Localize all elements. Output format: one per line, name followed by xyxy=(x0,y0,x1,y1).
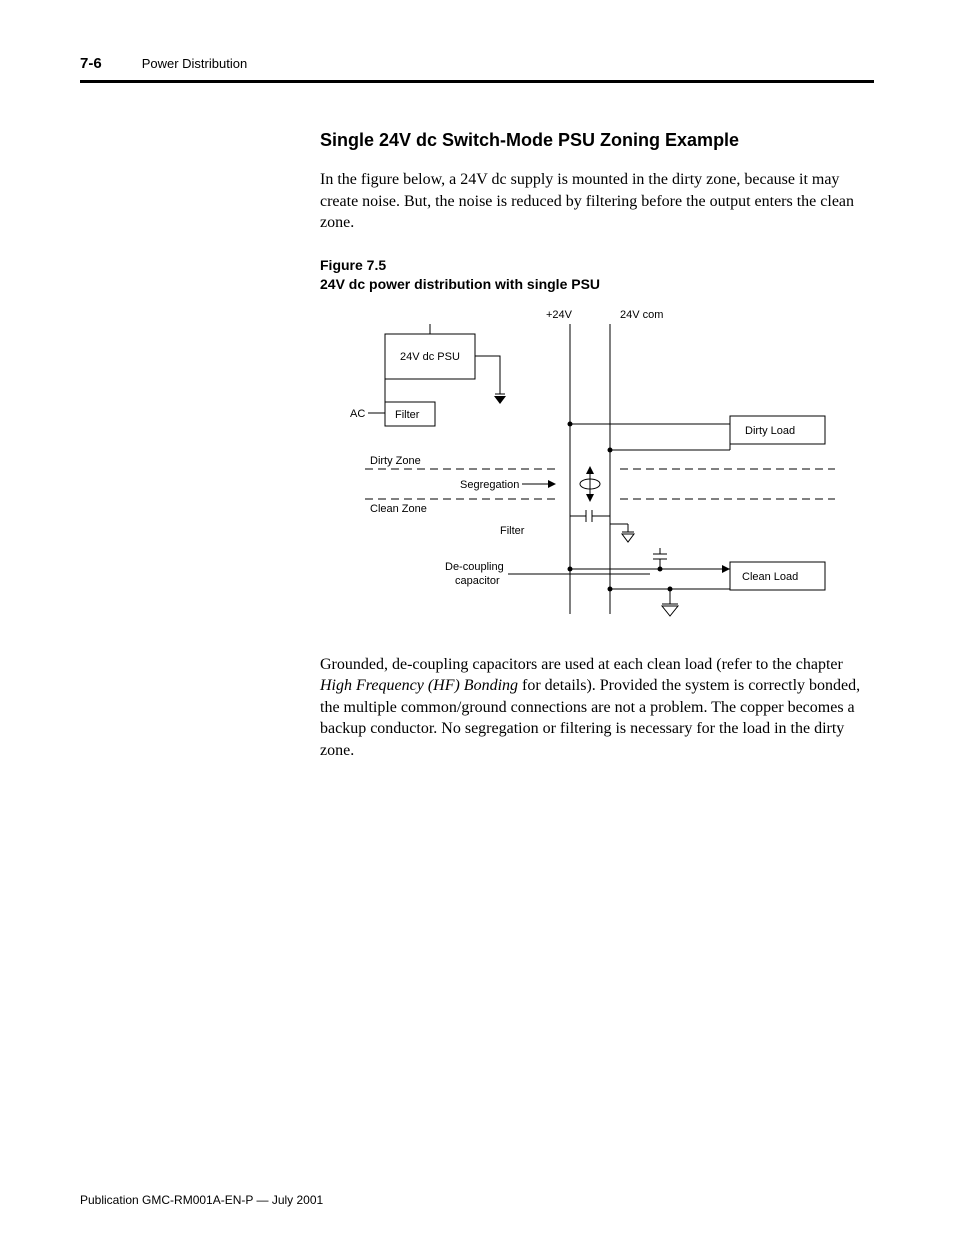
figure-diagram: +24V 24V com 24V dc PSU AC Filter xyxy=(290,304,850,634)
p2-part-a: Grounded, de-coupling capacitors are use… xyxy=(320,656,843,673)
label-clean-zone: Clean Zone xyxy=(370,503,427,515)
figure-number: Figure 7.5 xyxy=(320,257,386,273)
closing-paragraph: Grounded, de-coupling capacitors are use… xyxy=(320,654,874,762)
page-header: 7-6 Power Distribution xyxy=(80,55,874,72)
label-decoupling-1: De-coupling xyxy=(445,561,504,573)
intro-paragraph: In the figure below, a 24V dc supply is … xyxy=(320,169,874,234)
label-dirty-load: Dirty Load xyxy=(745,425,795,437)
label-24vcom: 24V com xyxy=(620,309,663,321)
header-rule xyxy=(80,80,874,83)
p2-emph: High Frequency (HF) Bonding xyxy=(320,677,518,694)
label-ac: AC xyxy=(350,408,365,420)
figure-title: 24V dc power distribution with single PS… xyxy=(320,276,600,292)
page-number: 7-6 xyxy=(80,55,102,72)
section-heading: Single 24V dc Switch-Mode PSU Zoning Exa… xyxy=(320,130,874,151)
label-plus24: +24V xyxy=(546,309,573,321)
chapter-title: Power Distribution xyxy=(142,56,248,71)
label-filter-bottom: Filter xyxy=(500,525,525,537)
label-decoupling-2: capacitor xyxy=(455,575,500,587)
label-dirty-zone: Dirty Zone xyxy=(370,455,421,467)
figure-caption: Figure 7.5 24V dc power distribution wit… xyxy=(320,256,874,294)
label-filter-top: Filter xyxy=(395,409,420,421)
publication-footer: Publication GMC-RM001A-EN-P — July 2001 xyxy=(80,1193,323,1207)
label-segregation: Segregation xyxy=(460,479,519,491)
label-psu: 24V dc PSU xyxy=(400,351,460,363)
label-clean-load: Clean Load xyxy=(742,571,798,583)
